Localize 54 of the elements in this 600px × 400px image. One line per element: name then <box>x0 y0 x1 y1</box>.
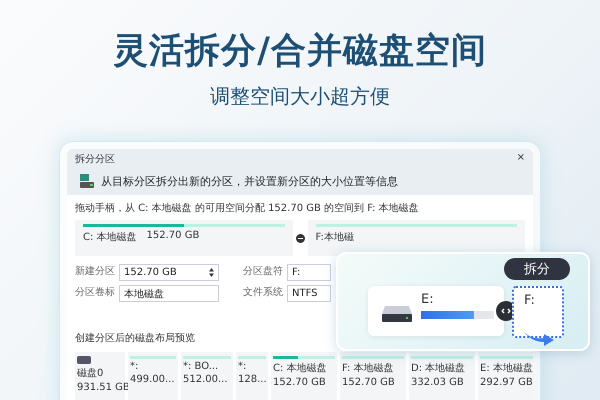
usage-bar <box>342 356 404 359</box>
drag-handle-icon[interactable] <box>296 234 304 242</box>
partition-size: 292.97 GB <box>480 377 533 388</box>
partition-tile[interactable]: C: 本地磁盘 152.70 GB <box>271 352 337 400</box>
partition-name: E: 本地磁盘 <box>480 362 533 375</box>
spinner-arrows-icon[interactable] <box>209 268 214 277</box>
partition-name: F: 本地磁盘 <box>342 362 394 375</box>
partition-name: *: BO... <box>183 361 218 372</box>
partition-size: 512.00... <box>183 374 228 385</box>
partition-size: 152.70 GB <box>146 230 200 241</box>
partition-name: 磁盘0 <box>77 367 104 380</box>
partition-tile[interactable]: F: 本地磁盘 152.70 GB <box>340 352 406 400</box>
field-label: 分区盘符 <box>243 265 284 278</box>
partition-name: C: 本地磁盘 <box>273 362 327 375</box>
partition-tile[interactable]: D: 本地磁盘 332.03 GB <box>409 352 475 400</box>
instruction-text: 拖动手柄，从 C: 本地磁盘 的可用空间分配 152.70 GB 的空间到 F: 本地磁盘 <box>75 202 419 215</box>
usage-bar <box>480 356 533 359</box>
usage-bar <box>130 356 176 359</box>
window-title: 拆分分区 <box>75 152 115 166</box>
headline: 灵活拆分/合并磁盘空间 <box>113 30 487 72</box>
size-spinner[interactable]: 152.70 GB <box>119 264 219 281</box>
header-text: 从目标分区拆分出新的分区，并设置新分区的大小位置等信息 <box>101 174 398 188</box>
partition-name: *: <box>130 361 138 372</box>
split-badge: 拆分 <box>504 258 570 280</box>
drive-letter: F: <box>524 293 535 308</box>
partition-tile[interactable]: *: BO... 512.00... <box>181 352 233 400</box>
subheadline: 调整空间大小超方便 <box>210 84 390 108</box>
partition-size: 152.70 GB <box>273 377 326 388</box>
hard-drive-icon <box>382 306 412 322</box>
usage-bar <box>238 356 266 359</box>
partition-size: 128... <box>238 374 267 385</box>
usage-bar <box>411 356 473 359</box>
partition-name: *: <box>238 361 246 372</box>
input-field[interactable]: NTFS <box>287 285 331 302</box>
input-field[interactable]: 本地磁盘 <box>119 285 219 302</box>
partition-size: 332.03 GB <box>411 377 464 388</box>
drive-icon <box>79 173 95 189</box>
partition-tile[interactable]: *: 128... <box>236 352 268 400</box>
partition-tile[interactable]: E: 本地磁盘 292.97 GB <box>478 352 533 400</box>
partition-name: F:本地磁 <box>316 230 354 244</box>
drive-letter: E: <box>421 292 434 307</box>
partition-name: D: 本地磁盘 <box>411 362 466 375</box>
partition-name: C: 本地磁盘 <box>83 230 137 244</box>
field-label: 分区卷标 <box>75 286 116 299</box>
partition-tile[interactable]: *: 499.00... <box>128 352 178 400</box>
partition-size: 499.00... <box>130 374 175 385</box>
field-label: 新建分区 <box>75 264 116 278</box>
field-label: 文件系统 <box>243 286 284 299</box>
preview-title: 创建分区后的磁盘布局预览 <box>75 332 195 345</box>
close-button[interactable]: × <box>516 152 525 163</box>
arrow-icon <box>524 332 554 346</box>
usage-bar <box>183 356 231 359</box>
input-field[interactable]: F: <box>287 264 331 281</box>
partition-size: 152.70 GB <box>342 377 395 388</box>
